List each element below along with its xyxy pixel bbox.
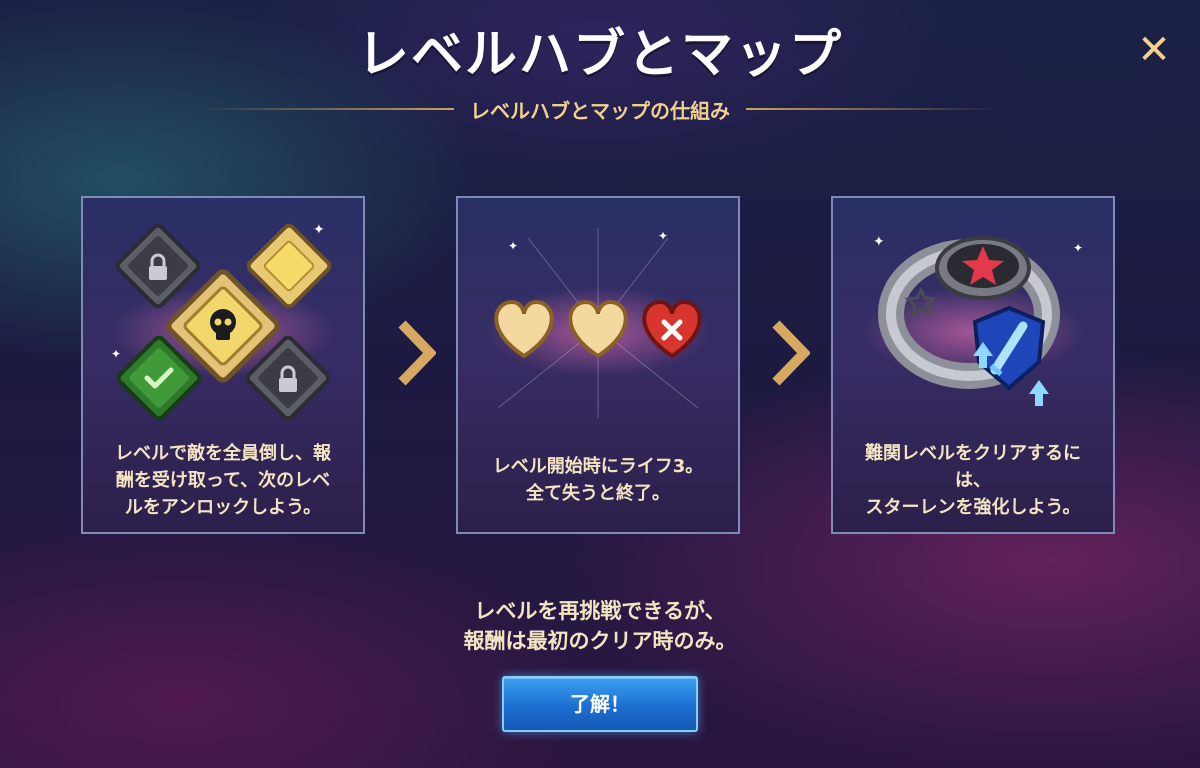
- svg-text:✦: ✦: [658, 229, 668, 243]
- card-description: 難関レベルをクリアするに は、 スターレンを強化しよう。: [865, 442, 1081, 518]
- close-icon[interactable]: ✕: [1132, 28, 1176, 72]
- heart-icon: [568, 299, 628, 359]
- note-line-2: 報酬は最初のクリア時のみ。: [463, 629, 737, 653]
- note-line-1: レベルを再挑戦できるが、: [474, 599, 726, 623]
- chevron-right-icon: [772, 320, 810, 386]
- page-title: レベルハブとマップ: [356, 25, 843, 85]
- info-card-upgrade: ✦ ✦ 難関レベルをクリアするに は、 スターレンを強化しよう。: [831, 196, 1115, 534]
- arrow-up-icon: [1029, 380, 1049, 406]
- svg-text:✦: ✦: [1073, 241, 1083, 255]
- divider-left: [200, 108, 454, 110]
- replay-note: レベルを再挑戦できるが、 報酬は最初のクリア時のみ。: [300, 596, 900, 656]
- heart-icon: [494, 299, 554, 359]
- svg-text:✦: ✦: [313, 222, 325, 238]
- chevron-right-icon: [398, 320, 436, 386]
- star-ring-illustration: ✦ ✦: [873, 234, 1083, 406]
- lives-illustration: ✦ ✦: [494, 228, 702, 418]
- card-description: レベルで敵を全員倒し、報 酬を受け取って、次のレベ ルをアンロックしよう。: [115, 442, 331, 518]
- divider-right: [746, 108, 1000, 110]
- level-nodes-illustration: ✦ ✦: [111, 222, 332, 421]
- svg-text:✦: ✦: [111, 347, 121, 361]
- ok-button[interactable]: 了解！: [502, 676, 698, 732]
- subtitle: レベルハブとマップの仕組み: [470, 98, 730, 123]
- info-card-levels: ✦ ✦ レベルで敵を全員倒し、報 酬を受け取って、次のレベ ルをアンロックしよう…: [81, 196, 365, 534]
- card-description: レベル開始時にライフ3。 全て失うと終了。: [492, 456, 704, 504]
- svg-text:✦: ✦: [873, 234, 885, 250]
- subtitle-row: レベルハブとマップの仕組み: [200, 94, 1000, 124]
- info-card-lives: ✦ ✦ レベル開始時にライフ3。 全て失うと終了。: [456, 196, 740, 534]
- heart-lost-icon: [642, 299, 702, 359]
- svg-text:✦: ✦: [508, 239, 518, 253]
